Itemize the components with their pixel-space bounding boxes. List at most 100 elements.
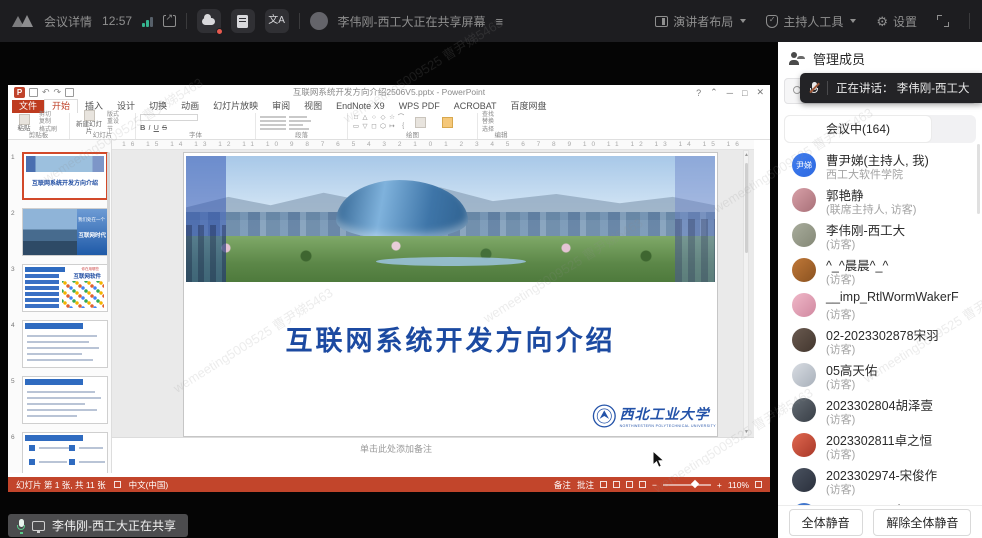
powerpoint-window: P ↶ ↷ 互联网系统开发方向介绍2506V5.pptx - PowerPoin… [8,85,770,492]
open-external-icon[interactable] [163,15,176,27]
thumb-number: 1 [11,154,15,161]
ppt-tab-13[interactable]: 百度网盘 [504,100,554,113]
settings-button[interactable]: ⚙设置 [876,13,917,30]
layout-button[interactable]: 版式 [107,112,119,119]
slide-vertical-scrollbar[interactable]: ▲ ▼ [743,150,749,437]
zoom-out-button[interactable]: − [652,480,657,490]
ppt-tab-5[interactable]: 切换 [142,100,174,113]
ppt-window-title: 互联网系统开发方向介绍2506V5.pptx - PowerPoint [8,85,770,100]
slide-thumbnail-5[interactable] [22,376,108,424]
slide-thumbnail-1[interactable]: 互联网系统开发方向介绍 [22,152,108,200]
participant-row[interactable]: ^_^晨晨^_^ (访客) [778,253,982,288]
slide-thumbnail-3[interactable]: 你在用哪些 互联网软件 [22,264,108,312]
sharer-menu-icon[interactable]: ≡ [496,14,504,29]
zoom-slider[interactable] [663,484,711,486]
members-panel: 管理成员 正在讲话： 李伟刚-西工大 会议中(164) 尹娣 曹尹娣(主持人, … [778,42,982,538]
font-name-combobox[interactable] [140,114,198,121]
notes-pane[interactable]: 单击此处添加备注 [112,437,754,473]
thumb-number: 4 [11,322,15,329]
ppt-tab-11[interactable]: WPS PDF [392,100,447,113]
fullscreen-icon[interactable] [937,15,949,27]
copy-button[interactable]: 复制 [39,119,57,126]
cut-button[interactable]: 剪切 [39,112,57,119]
participant-row[interactable]: __imp_RtlWormWakerF (访客) [778,288,982,323]
settings-label: 设置 [893,13,917,30]
document-icon [237,15,248,28]
reset-button[interactable]: 重设 [107,119,119,126]
ppt-quick-access-toolbar: P ↶ ↷ [14,87,74,98]
help-button[interactable]: ? [696,88,701,98]
divider [299,13,300,29]
quick-styles-button[interactable] [435,117,459,128]
paragraph-align-icons[interactable] [260,116,286,130]
slideshow-view-icon[interactable] [639,481,646,488]
fit-slide-icon[interactable] [755,481,762,488]
ppt-tab-6[interactable]: 动画 [174,100,206,113]
ppt-tab-9[interactable]: 视图 [297,100,329,113]
participant-row[interactable]: 2023302811卓之恒 (访客) [778,428,982,463]
slide-thumbnail-2[interactable]: 我们处在一个 互联网时代 [22,208,108,256]
comments-toggle[interactable]: 批注 [577,479,594,491]
layout-icon [655,16,668,27]
participant-role: (联席主持人, 访客) [826,201,916,217]
ribbon-options-button[interactable]: ⌃ [710,87,718,98]
paragraph-list-icons[interactable] [289,116,311,130]
ppt-tab-8[interactable]: 审阅 [265,100,297,113]
layout-menu-button[interactable]: 演讲者布局 [655,13,746,30]
shared-screen-stage: P ↶ ↷ 互联网系统开发方向介绍2506V5.pptx - PowerPoin… [0,42,778,538]
unmute-all-button[interactable]: 解除全体静音 [873,509,971,536]
zoom-level[interactable]: 110% [728,480,749,490]
slideshow-icon[interactable] [65,88,74,97]
host-tools-button[interactable]: 主持人工具 [766,13,856,30]
slide-thumbnail-4[interactable] [22,320,108,368]
ppt-tab-7[interactable]: 幻灯片放映 [206,100,265,113]
cloud-recording-button[interactable] [197,9,221,33]
participant-avatar [792,363,816,387]
thumb3-app-icons [62,281,104,308]
notes-toggle[interactable]: 备注 [554,479,571,491]
thumb3-title: 互联网软件 [73,272,101,280]
participant-row[interactable]: 2023302804胡泽壹 (访客) [778,393,982,428]
undo-icon[interactable]: ↶ [42,88,50,97]
minimize-button[interactable]: ─ [727,88,733,98]
thumbnail-scrollbar[interactable] [107,152,110,282]
normal-view-icon[interactable] [600,481,607,488]
participant-row[interactable]: 李伟刚-西工大 (访客) [778,218,982,253]
participant-row[interactable]: 尹娣 曹尹娣(主持人, 我) 西工大软件学院 [778,148,982,183]
scroll-thumb[interactable] [745,163,748,253]
language-label[interactable]: 中文(中国) [129,479,169,491]
meeting-details-button[interactable]: 会议详情 [44,13,92,30]
ppt-tab-10[interactable]: EndNote X9 [329,100,392,113]
document-button[interactable] [231,9,255,33]
participant-row[interactable]: 郭艳静 (联席主持人, 访客) [778,183,982,218]
save-icon[interactable] [29,88,38,97]
reading-view-icon[interactable] [626,481,633,488]
slide-editor-area: 互联网系统开发方向介绍 西北工业大学 NORTHWESTERN POLYTECH… [112,150,754,437]
thumb3-header [25,267,65,272]
replace-button[interactable]: 替换 [482,119,494,126]
members-icon [790,52,806,65]
host-tools-label: 主持人工具 [783,13,843,30]
ppt-ruler: 16 15 14 13 12 11 10 9 8 7 6 5 4 3 2 1 0… [112,140,754,150]
slide-thumbnail-6[interactable] [22,432,108,473]
maximize-button[interactable]: □ [742,88,747,98]
scroll-down-icon[interactable]: ▼ [744,429,748,435]
zoom-in-button[interactable]: + [717,480,722,490]
participant-avatar [792,398,816,422]
thumb1-photo [26,156,104,172]
arrange-button[interactable] [408,117,432,128]
scroll-up-icon[interactable]: ▲ [744,152,748,158]
captions-button[interactable]: 文A [265,9,289,33]
participant-row[interactable]: 05高天佑 (访客) [778,358,982,393]
find-button[interactable]: 查找 [482,112,494,119]
redo-icon[interactable]: ↷ [54,88,62,97]
zoom-slider-thumb[interactable] [690,480,698,488]
meeting-timer: 12:57 [102,14,132,28]
ppt-tab-12[interactable]: ACROBAT [447,100,504,113]
close-button[interactable]: ✕ [756,87,764,98]
participant-row[interactable]: 2023302974-宋俊作 (访客) [778,463,982,498]
mute-all-button[interactable]: 全体静音 [789,509,863,536]
participant-role: (访客) [826,236,855,252]
sorter-view-icon[interactable] [613,481,620,488]
participant-row[interactable]: 02-2023302878宋羽 (访客) [778,323,982,358]
